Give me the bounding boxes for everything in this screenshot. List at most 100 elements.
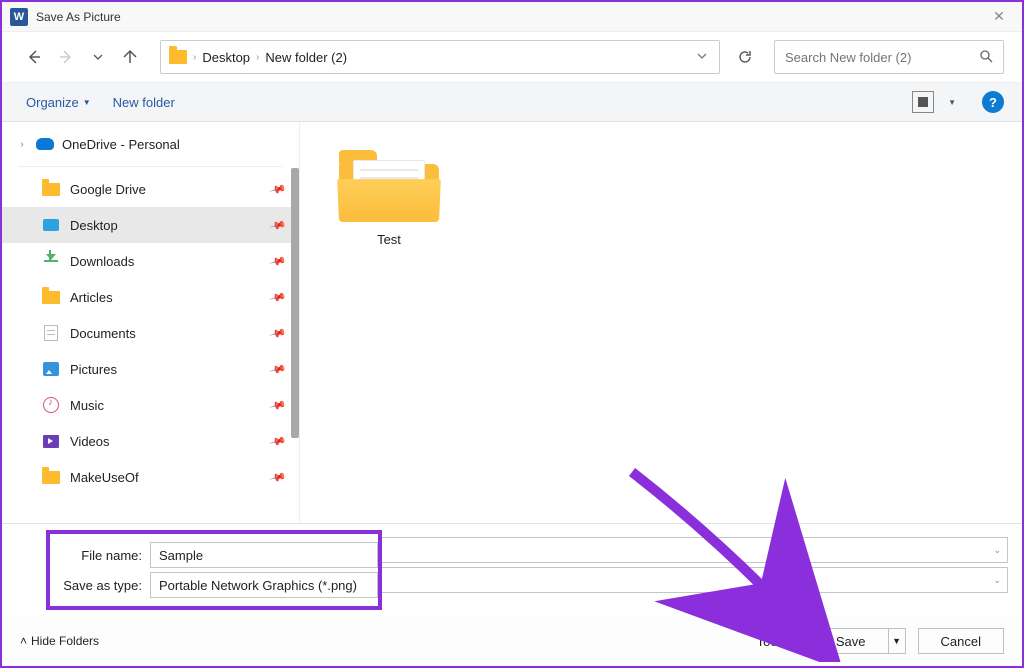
pin-icon: 📌 xyxy=(269,180,287,198)
refresh-button[interactable] xyxy=(728,40,762,74)
window-title: Save As Picture xyxy=(36,10,121,24)
folder-label: Test xyxy=(334,232,444,247)
sidebar-item-downloads[interactable]: Downloads 📌 xyxy=(2,243,299,279)
up-button[interactable] xyxy=(116,43,144,71)
sidebar-item-articles[interactable]: Articles 📌 xyxy=(2,279,299,315)
toolbar: Organize ▼ New folder ▼ ? xyxy=(2,82,1022,122)
sidebar-item-label: Documents xyxy=(70,326,136,341)
sidebar-item-label: Music xyxy=(70,398,104,413)
download-icon xyxy=(42,252,60,270)
sidebar-item-label: Videos xyxy=(70,434,110,449)
separator xyxy=(18,166,283,167)
filetype-row: Save as type: Portable Network Graphics … xyxy=(50,570,378,600)
new-folder-button[interactable]: New folder xyxy=(107,91,181,114)
tools-label: Tools xyxy=(757,634,787,649)
sidebar-item-desktop[interactable]: Desktop 📌 xyxy=(2,207,299,243)
chevron-up-icon: ˄ xyxy=(20,634,27,648)
titlebar: W Save As Picture ✕ xyxy=(2,2,1022,32)
tools-menu[interactable]: Tools ▼ xyxy=(757,634,801,649)
pin-icon: 📌 xyxy=(269,360,287,378)
save-button-group: Save ▼ xyxy=(813,628,906,654)
pin-icon: 📌 xyxy=(269,324,287,342)
annotation-highlight: File name: Sample Save as type: Portable… xyxy=(46,530,382,610)
filename-label: File name: xyxy=(50,548,150,563)
breadcrumb-sep-icon: › xyxy=(256,52,259,63)
filetype-select[interactable]: Portable Network Graphics (*.png) xyxy=(150,572,378,598)
chevron-down-icon xyxy=(93,52,103,62)
back-button[interactable] xyxy=(20,43,48,71)
hide-folders-label: Hide Folders xyxy=(31,634,99,648)
sidebar-item-label: Downloads xyxy=(70,254,134,269)
forward-button[interactable] xyxy=(52,43,80,71)
address-bar[interactable]: › Desktop › New folder (2) xyxy=(160,40,720,74)
desktop-icon xyxy=(42,216,60,234)
organize-menu[interactable]: Organize ▼ xyxy=(20,91,97,114)
organize-label: Organize xyxy=(26,95,79,110)
refresh-icon xyxy=(737,49,753,65)
save-as-dialog: W Save As Picture ✕ › Desktop › New fold… xyxy=(0,0,1024,668)
sidebar-item-onedrive[interactable]: › OneDrive - Personal xyxy=(2,126,299,162)
filetype-label: Save as type: xyxy=(50,578,150,593)
sidebar-item-music[interactable]: Music 📌 xyxy=(2,387,299,423)
filename-input-ext[interactable]: ⌄ xyxy=(382,537,1008,563)
filename-row: File name: Sample xyxy=(50,540,378,570)
footer: ˄ Hide Folders Tools ▼ Save ▼ Cancel xyxy=(2,616,1022,666)
sidebar-item-videos[interactable]: Videos 📌 xyxy=(2,423,299,459)
sidebar-item-pictures[interactable]: Pictures 📌 xyxy=(2,351,299,387)
search-input[interactable] xyxy=(785,50,979,65)
filetype-select-ext[interactable]: ⌄ xyxy=(382,567,1008,593)
sidebar-item-label: Pictures xyxy=(70,362,117,377)
nav-bar: › Desktop › New folder (2) xyxy=(2,32,1022,82)
recent-dropdown[interactable] xyxy=(84,43,112,71)
arrow-left-icon xyxy=(26,49,42,65)
bottom-panel: File name: Sample Save as type: Portable… xyxy=(2,523,1022,666)
arrow-right-icon xyxy=(58,49,74,65)
chevron-down-icon: ▼ xyxy=(793,637,801,646)
view-mode-button[interactable] xyxy=(912,91,934,113)
expand-icon[interactable]: › xyxy=(16,139,28,150)
chevron-down-icon[interactable]: ⌄ xyxy=(993,575,1001,586)
folder-icon xyxy=(42,468,60,486)
filename-input[interactable]: Sample xyxy=(150,542,378,568)
help-button[interactable]: ? xyxy=(982,91,1004,113)
chevron-down-icon xyxy=(697,51,707,61)
search-box[interactable] xyxy=(774,40,1004,74)
sidebar-scrollbar[interactable] xyxy=(291,168,299,438)
view-dropdown[interactable]: ▼ xyxy=(948,98,956,107)
sidebar-item-makeuseof[interactable]: MakeUseOf 📌 xyxy=(2,459,299,495)
hide-folders-button[interactable]: ˄ Hide Folders xyxy=(20,634,99,648)
body-panel: › OneDrive - Personal Google Drive 📌 Des… xyxy=(2,122,1022,523)
pin-icon: 📌 xyxy=(269,252,287,270)
sidebar-item-label: Google Drive xyxy=(70,182,146,197)
breadcrumb-item[interactable]: New folder (2) xyxy=(265,50,347,65)
onedrive-icon xyxy=(36,135,54,153)
pin-icon: 📌 xyxy=(269,288,287,306)
close-button[interactable]: ✕ xyxy=(984,2,1014,32)
address-dropdown[interactable] xyxy=(693,46,711,68)
sidebar-item-documents[interactable]: Documents 📌 xyxy=(2,315,299,351)
folder-icon xyxy=(169,50,187,64)
view-icon xyxy=(918,97,928,107)
folder-item-test[interactable]: Test xyxy=(334,146,444,247)
folder-icon xyxy=(42,180,60,198)
word-app-icon: W xyxy=(10,8,28,26)
arrow-up-icon xyxy=(122,49,138,65)
save-button[interactable]: Save xyxy=(813,628,888,654)
picture-icon xyxy=(42,360,60,378)
breadcrumb-item[interactable]: Desktop xyxy=(202,50,250,65)
chevron-down-icon[interactable]: ⌄ xyxy=(993,545,1001,556)
pin-icon: 📌 xyxy=(269,468,287,486)
document-icon xyxy=(42,324,60,342)
search-icon[interactable] xyxy=(979,49,993,66)
sidebar-item-label: Desktop xyxy=(70,218,118,233)
pin-icon: 📌 xyxy=(269,396,287,414)
folder-large-icon xyxy=(339,146,439,222)
save-dropdown[interactable]: ▼ xyxy=(888,628,906,654)
sidebar-item-google-drive[interactable]: Google Drive 📌 xyxy=(2,171,299,207)
file-list-pane[interactable]: Test xyxy=(300,122,1022,523)
music-icon xyxy=(42,396,60,414)
cancel-button[interactable]: Cancel xyxy=(918,628,1004,654)
sidebar-item-label: Articles xyxy=(70,290,113,305)
pin-icon: 📌 xyxy=(269,216,287,234)
sidebar-item-label: OneDrive - Personal xyxy=(62,137,180,152)
